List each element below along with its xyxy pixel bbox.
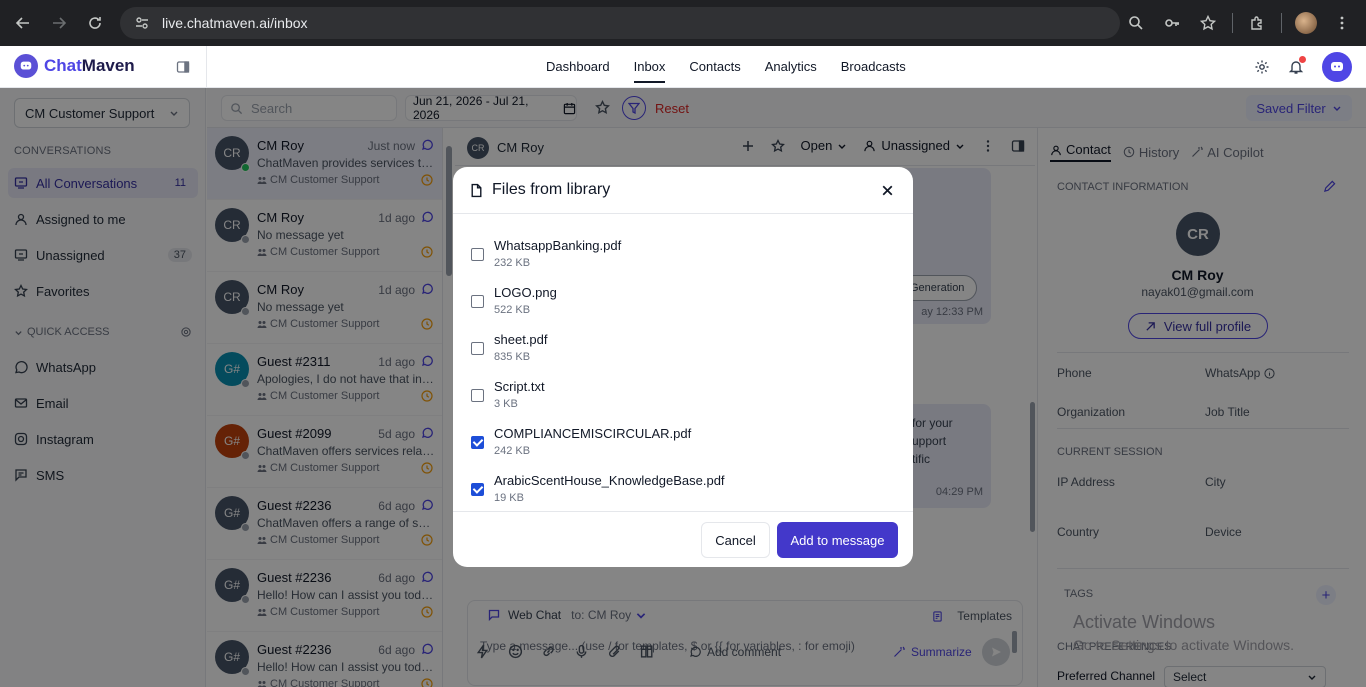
file-row[interactable]: Script.txt 3 KB [469,379,897,419]
bookmark-star-icon[interactable] [1192,7,1224,39]
file-checkbox[interactable] [471,436,484,449]
file-size: 3 KB [494,398,518,410]
back-icon[interactable] [5,5,41,41]
brand-logo[interactable]: ChatMaven [14,54,135,78]
modal-footer: Cancel Add to message [453,511,913,567]
file-name: LOGO.png [494,285,557,300]
browser-menu-icon[interactable] [1326,7,1358,39]
modal-header: Files from library [453,167,913,214]
password-key-icon[interactable] [1156,7,1188,39]
app-header: ChatMaven Dashboard Inbox Contacts Analy… [0,46,1366,88]
address-bar[interactable]: live.chatmaven.ai/inbox [120,7,1120,39]
file-row[interactable]: sheet.pdf 835 KB [469,332,897,372]
file-row[interactable]: WhatsappBanking.pdf 232 KB [469,238,897,278]
modal-title: Files from library [492,181,611,198]
file-name: WhatsappBanking.pdf [494,238,622,253]
header-divider [206,46,207,88]
reload-icon[interactable] [77,5,113,41]
file-checkbox[interactable] [471,295,484,308]
brand-suffix: Maven [81,56,135,75]
nav-inbox[interactable]: Inbox [622,46,678,88]
file-name: ArabicScentHouse_KnowledgeBase.pdf [494,473,725,488]
notification-dot [1299,56,1306,63]
file-checkbox[interactable] [471,248,484,261]
extensions-icon[interactable] [1241,7,1273,39]
brand-name: ChatMaven [44,56,135,76]
file-name: Script.txt [494,379,545,394]
nav-broadcasts[interactable]: Broadcasts [829,46,918,88]
profile-avatar[interactable] [1290,7,1322,39]
file-row[interactable]: COMPLIANCEMISCIRCULAR.pdf 242 KB [469,426,897,466]
file-row[interactable]: ArabicScentHouse_KnowledgeBase.pdf 19 KB [469,473,897,513]
brand-prefix: Chat [44,56,82,75]
file-icon [471,183,482,197]
file-size: 522 KB [494,304,531,316]
file-size: 232 KB [494,257,531,269]
file-size: 835 KB [494,351,531,363]
forward-icon[interactable] [41,5,77,41]
file-size: 19 KB [494,492,524,504]
file-checkbox[interactable] [471,389,484,402]
chat-logo-icon [14,54,38,78]
nav-contacts[interactable]: Contacts [677,46,752,88]
close-icon[interactable] [880,183,895,198]
bot-avatar-icon[interactable] [1322,52,1352,82]
file-row[interactable]: LOGO.png 522 KB [469,285,897,325]
file-checkbox[interactable] [471,483,484,496]
site-settings-icon[interactable] [134,15,150,31]
toolbar-separator [1232,13,1233,33]
cancel-button[interactable]: Cancel [701,522,770,558]
nav-analytics[interactable]: Analytics [753,46,829,88]
file-name: COMPLIANCEMISCIRCULAR.pdf [494,426,692,441]
files-library-modal: Files from library WhatsappBanking.pdf 23… [453,167,913,567]
file-name: sheet.pdf [494,332,548,347]
add-to-message-button[interactable]: Add to message [777,522,898,558]
settings-gear-icon[interactable] [1254,59,1270,75]
url-text: live.chatmaven.ai/inbox [162,15,308,31]
browser-toolbar: live.chatmaven.ai/inbox [0,0,1366,46]
zoom-icon[interactable] [1120,7,1152,39]
file-size: 242 KB [494,445,531,457]
nav-dashboard[interactable]: Dashboard [534,46,622,88]
top-nav: Dashboard Inbox Contacts Analytics Broad… [534,46,918,88]
file-checkbox[interactable] [471,342,484,355]
sidebar-collapse-icon[interactable] [176,60,190,74]
toolbar-separator [1281,13,1282,33]
notifications-bell-icon[interactable] [1288,56,1306,75]
